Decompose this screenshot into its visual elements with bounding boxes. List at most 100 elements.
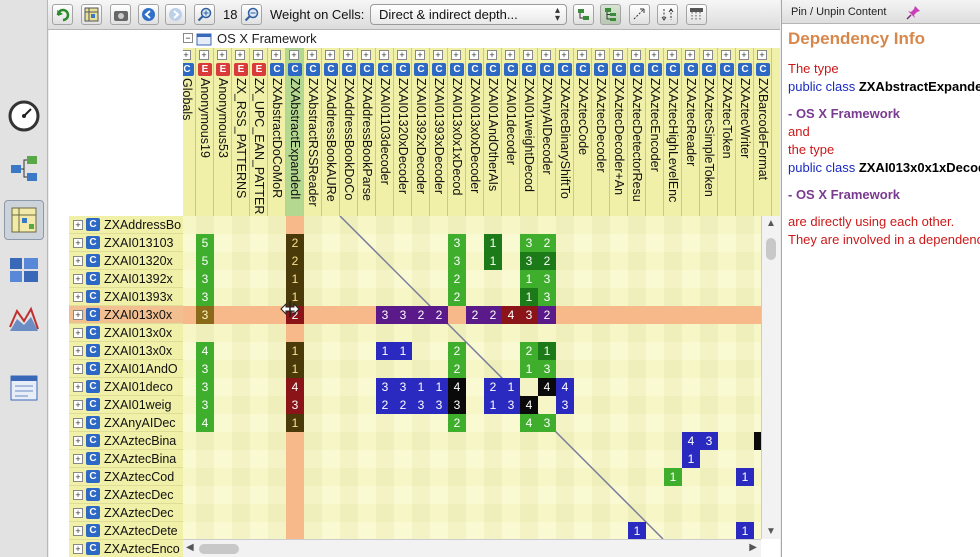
tree-collapse-button[interactable] [573,4,594,25]
matrix-cell[interactable]: 2 [520,342,538,360]
expand-icon[interactable]: + [73,436,83,446]
column-header[interactable]: + C ZXAbstractRSSReader [304,48,322,216]
column-header[interactable]: + C ZXAddressBookParse [358,48,376,216]
expand-icon[interactable]: + [73,544,83,554]
expand-icon[interactable]: + [73,382,83,392]
expand-icon[interactable]: + [289,50,299,60]
row-header[interactable]: + C ZXAztecDec [69,486,183,504]
expand-icon[interactable]: + [487,50,497,60]
matrix-grid-button[interactable] [81,4,102,25]
matrix-cell[interactable]: 3 [376,306,394,324]
matrix-cell[interactable]: 1 [376,342,394,360]
expand-icon[interactable]: + [73,364,83,374]
matrix-cell[interactable]: 1 [484,396,502,414]
row-header[interactable]: + C ZXAI01393x [69,288,183,306]
expand-icon[interactable]: + [415,50,425,60]
row-header[interactable]: + C ZXAI013x0x [69,342,183,360]
expand-icon[interactable]: + [361,50,371,60]
matrix-cell[interactable]: 3 [196,396,214,414]
row-header[interactable]: + C ZXAztecBina [69,450,183,468]
matrix-cell[interactable]: 2 [448,360,466,378]
matrix-cell[interactable]: 2 [448,270,466,288]
matrix-cell[interactable]: 1 [502,378,520,396]
scroll-left-icon[interactable]: ◀ [186,542,194,553]
vertical-scroll-thumb[interactable] [766,238,776,260]
framework-header[interactable]: − OS X Framework [183,30,780,48]
matrix-cell[interactable]: 1 [520,360,538,378]
horizontal-scroll-thumb[interactable] [199,544,239,554]
column-header[interactable]: + C ZXAztecReader [682,48,700,216]
matrix-view-button[interactable] [4,200,44,240]
expand-icon[interactable]: + [541,50,551,60]
expand-icon[interactable]: + [183,50,191,60]
scroll-right-icon[interactable]: ▶ [749,542,757,553]
matrix-cell[interactable]: 1 [484,252,502,270]
matrix-cell[interactable]: 2 [394,396,412,414]
expand-icon[interactable]: + [595,50,605,60]
show-dependencies-button[interactable] [657,4,678,25]
matrix-cell[interactable]: 1 [520,270,538,288]
forward-button[interactable] [165,4,186,25]
expand-icon[interactable]: + [73,328,83,338]
row-header[interactable]: + C ZXAI01deco [69,378,183,396]
matrix-cell[interactable]: 1 [286,414,304,432]
expand-icon[interactable]: + [577,50,587,60]
row-header[interactable]: + C ZXAI013x0x [69,306,183,324]
column-options-button[interactable] [686,4,707,25]
row-header[interactable]: + C ZXAI01392x [69,270,183,288]
matrix-cell[interactable]: 4 [520,414,538,432]
expand-icon[interactable]: + [253,50,263,60]
expand-icon[interactable]: + [613,50,623,60]
zoom-out-button[interactable] [241,4,262,25]
column-header[interactable]: + C ZXAI01320xDecoder [394,48,412,216]
column-header[interactable]: + C ZXAbstractDoCoMoR [268,48,286,216]
row-header[interactable]: + C ZXAztecCod [69,468,183,486]
matrix-cell[interactable]: 2 [412,306,430,324]
expand-icon[interactable]: + [235,50,245,60]
expand-icon[interactable]: + [73,274,83,284]
expand-icon[interactable]: + [379,50,389,60]
column-header[interactable]: + C ZXAztecSimpleToken [700,48,718,216]
matrix-cell[interactable]: 3 [538,414,556,432]
matrix-cell[interactable]: 2 [538,234,556,252]
matrix-cell[interactable]: 2 [448,414,466,432]
matrix-cell[interactable]: 3 [196,306,214,324]
expand-icon[interactable]: + [73,238,83,248]
expand-icon[interactable]: + [73,490,83,500]
matrix-cell[interactable]: 3 [520,306,538,324]
matrix-cell[interactable]: 1 [430,378,448,396]
column-header[interactable]: + C Globals [183,48,196,216]
pin-unpin-label[interactable]: Pin / Unpin Content [791,6,886,18]
expand-icon[interactable]: + [433,50,443,60]
column-header[interactable]: + C ZXAddressBookAURe [322,48,340,216]
matrix-cell[interactable]: 3 [538,360,556,378]
matrix-cell[interactable]: 3 [394,306,412,324]
expand-icon[interactable]: + [739,50,749,60]
matrix-cell[interactable]: 4 [556,378,574,396]
column-header[interactable]: + C ZXAztecDecoder [592,48,610,216]
matrix-cell[interactable]: 3 [556,396,574,414]
expand-icon[interactable]: + [721,50,731,60]
matrix-cell[interactable]: 1 [394,342,412,360]
row-header[interactable]: + C ZXAI013x0x [69,324,183,342]
matrix-cell[interactable]: 3 [376,378,394,396]
expand-icon[interactable]: + [73,292,83,302]
screenshot-button[interactable] [110,4,131,25]
matrix-cell[interactable]: 3 [520,234,538,252]
matrix-cell[interactable]: 4 [520,396,538,414]
expand-icon[interactable]: + [505,50,515,60]
row-header[interactable]: + C ZXAI01AndO [69,360,183,378]
matrix-cell[interactable]: 3 [538,270,556,288]
expand-icon[interactable]: + [73,310,83,320]
expand-icon[interactable]: + [523,50,533,60]
matrix-cell[interactable]: 1 [736,468,754,486]
expand-icon[interactable]: + [199,50,209,60]
matrix-cell[interactable]: 3 [286,396,304,414]
row-header[interactable]: + C ZXAztecEnco [69,540,183,557]
expand-icon[interactable]: + [73,418,83,428]
column-header[interactable]: + C ZXAztecHighLevelEnc [664,48,682,216]
matrix-cell[interactable]: 2 [448,342,466,360]
show-cycles-button[interactable] [629,4,650,25]
expand-icon[interactable]: + [307,50,317,60]
column-header[interactable]: + E Anonymous53 [214,48,232,216]
